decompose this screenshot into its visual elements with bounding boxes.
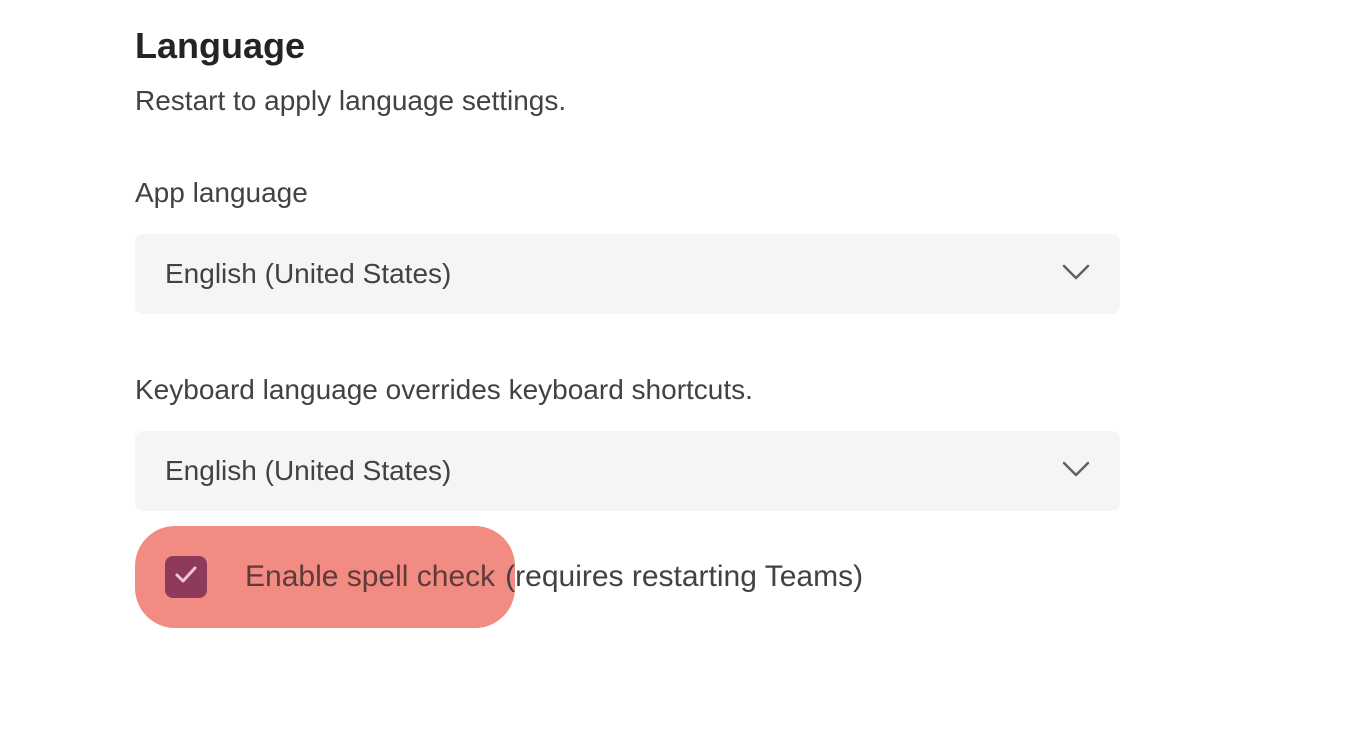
keyboard-language-dropdown[interactable]: English (United States) — [135, 431, 1120, 511]
chevron-down-icon — [1062, 461, 1090, 482]
language-heading: Language — [135, 25, 1231, 67]
spell-check-row: Enable spell check (requires restarting … — [135, 526, 1231, 628]
keyboard-language-value: English (United States) — [165, 455, 451, 487]
app-language-dropdown[interactable]: English (United States) — [135, 234, 1120, 314]
spell-check-highlight: Enable spell check — [135, 526, 515, 628]
keyboard-language-label: Keyboard language overrides keyboard sho… — [135, 374, 1231, 406]
chevron-down-icon — [1062, 264, 1090, 285]
app-language-value: English (United States) — [165, 258, 451, 290]
spell-check-label-part1: Enable spell check — [245, 560, 495, 594]
check-icon — [174, 565, 198, 590]
spell-check-checkbox[interactable] — [165, 556, 207, 598]
spell-check-label-part2: (requires restarting Teams) — [505, 560, 863, 594]
app-language-label: App language — [135, 177, 1231, 209]
language-subtitle: Restart to apply language settings. — [135, 85, 1231, 117]
